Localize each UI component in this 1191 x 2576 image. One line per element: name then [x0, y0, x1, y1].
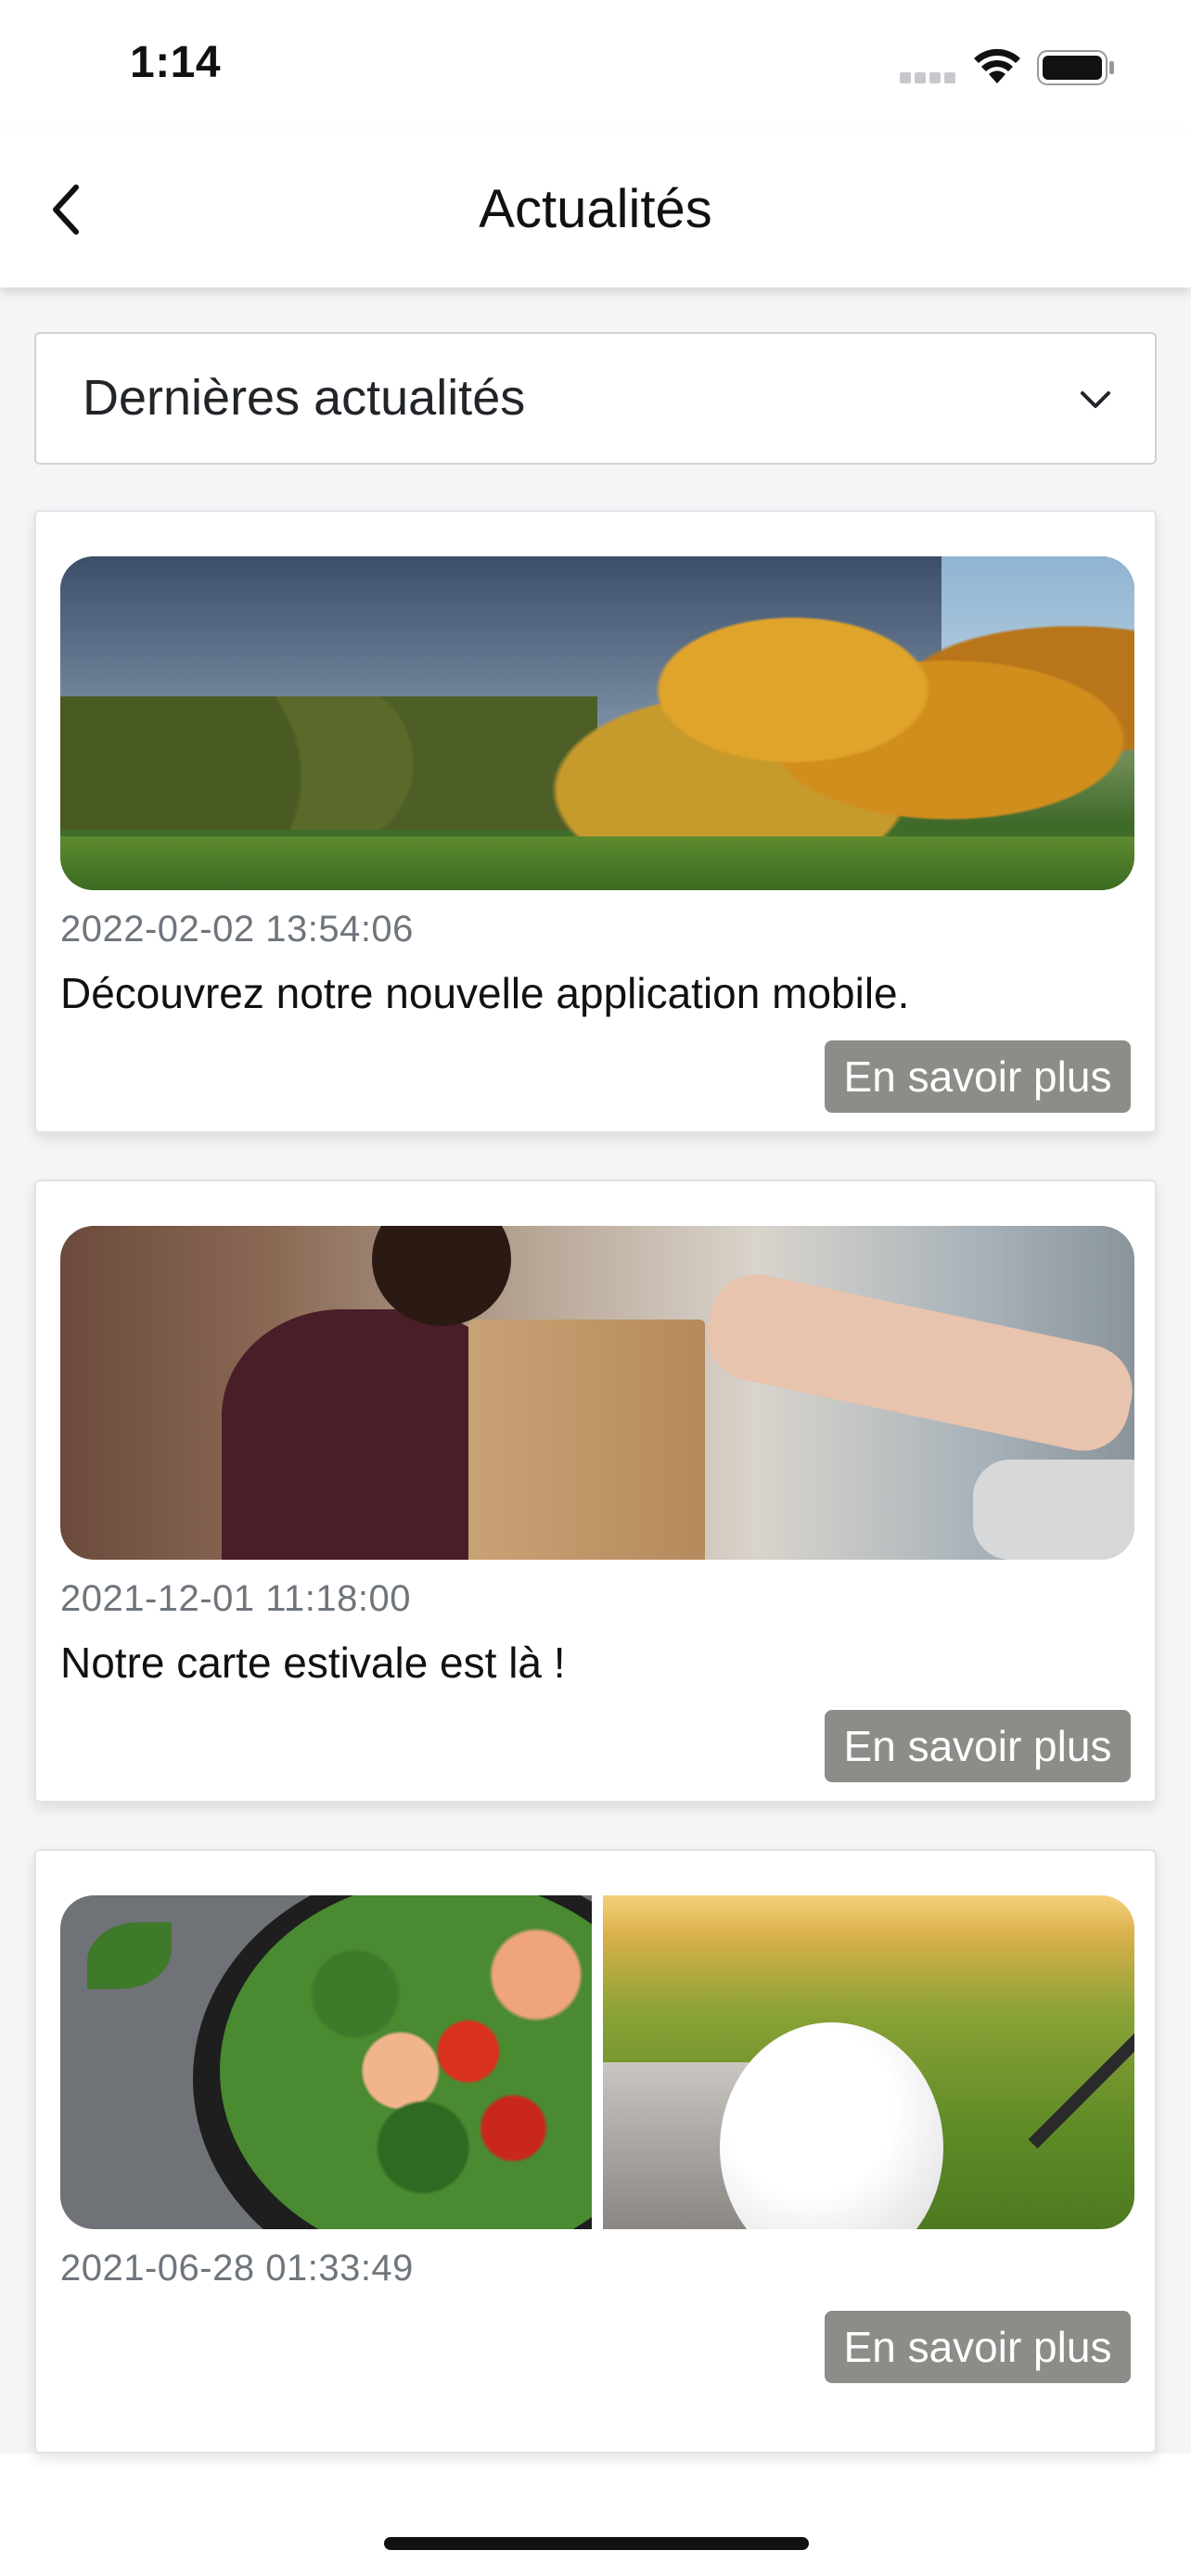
news-card: 2022-02-02 13:54:06 Découvrez notre nouv…	[34, 510, 1157, 1133]
news-title: Notre carte estivale est là !	[60, 1639, 566, 1687]
status-bar: 1:14	[0, 0, 1191, 130]
status-time: 1:14	[130, 38, 222, 87]
wifi-icon	[974, 48, 1020, 83]
news-content: Dernières actualités 2022-02-02 13:54:06…	[0, 287, 1191, 2454]
news-image-gallery	[60, 1895, 1134, 2229]
page-title: Actualités	[479, 179, 712, 239]
chevron-down-icon	[1081, 391, 1110, 408]
golf-ball-image	[603, 1895, 1134, 2229]
read-more-button[interactable]: En savoir plus	[825, 1710, 1131, 1782]
news-date: 2022-02-02 13:54:06	[60, 909, 414, 950]
battery-icon	[1037, 50, 1114, 85]
salad-image	[60, 1895, 592, 2229]
news-filter-select[interactable]: Dernières actualités	[34, 332, 1157, 465]
cellular-signal-icon	[900, 72, 957, 83]
read-more-button[interactable]: En savoir plus	[825, 1040, 1131, 1113]
read-more-button[interactable]: En savoir plus	[825, 2311, 1131, 2383]
news-filter-value: Dernières actualités	[83, 370, 526, 426]
home-indicator[interactable]	[384, 2537, 809, 2550]
navigation-bar: Actualités	[0, 130, 1191, 287]
news-date: 2021-06-28 01:33:49	[60, 2248, 414, 2289]
news-card: 2021-06-28 01:33:49 En savoir plus	[34, 1849, 1157, 2454]
news-card: 2021-12-01 11:18:00 Notre carte estivale…	[34, 1180, 1157, 1803]
news-image-autumn-trees	[60, 556, 1134, 890]
news-title: Découvrez notre nouvelle application mob…	[60, 969, 910, 1017]
news-image-takeaway-bag	[60, 1226, 1134, 1560]
news-date: 2021-12-01 11:18:00	[60, 1578, 411, 1619]
